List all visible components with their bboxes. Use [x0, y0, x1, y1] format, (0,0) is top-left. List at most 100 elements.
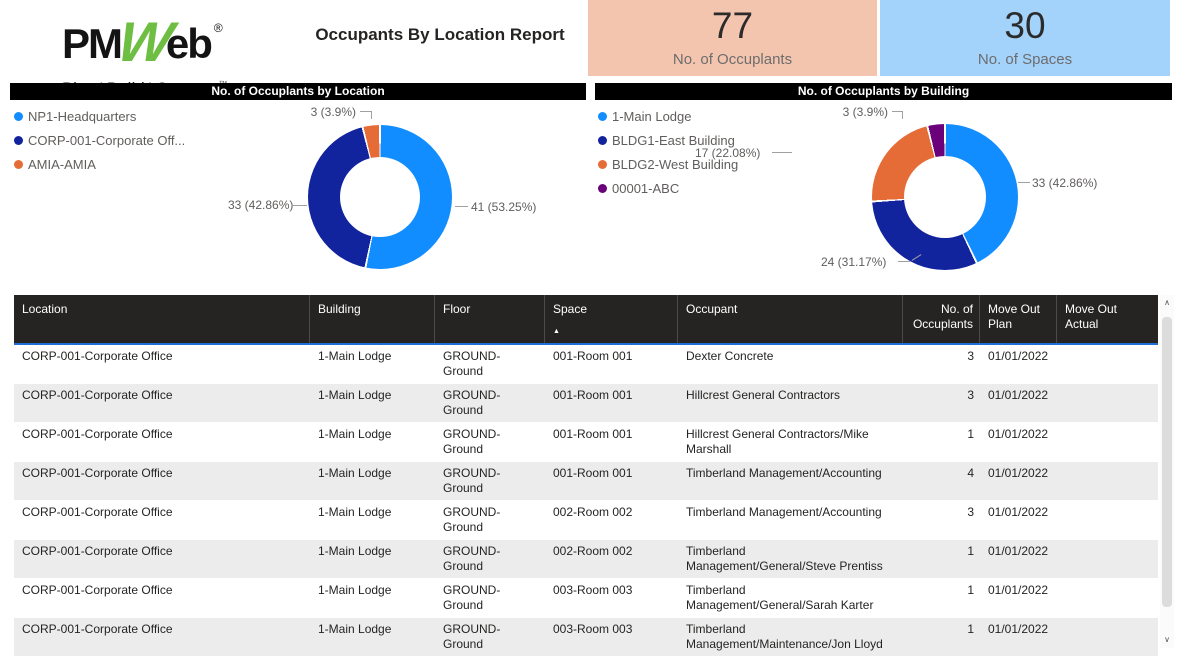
cell-move_out_actual — [1057, 462, 1158, 500]
cell-occupant: Hillcrest General Contractors — [678, 384, 903, 422]
column-header-occupant[interactable]: Occupant — [678, 295, 903, 343]
cell-occupant: Hillcrest General Contractors/Mike Marsh… — [678, 423, 903, 461]
table-row[interactable]: CORP-001-Corporate Office1-Main LodgeGRO… — [14, 501, 1158, 540]
cell-count: 3 — [903, 501, 980, 539]
cell-location: CORP-001-Corporate Office — [14, 345, 310, 383]
table-row[interactable]: CORP-001-Corporate Office1-Main LodgeGRO… — [14, 384, 1158, 423]
column-header-move-out-actual[interactable]: Move Out Actual — [1057, 295, 1158, 343]
legend-bullet-icon — [598, 160, 607, 169]
cell-building: 1-Main Lodge — [310, 579, 435, 617]
cell-building: 1-Main Lodge — [310, 462, 435, 500]
cell-floor: GROUND-Ground — [435, 345, 545, 383]
column-header-building[interactable]: Building — [310, 295, 435, 343]
legend-bullet-icon — [14, 136, 23, 145]
cell-building: 1-Main Lodge — [310, 423, 435, 461]
column-header-space[interactable]: Space▲ — [545, 295, 678, 343]
cell-occupant: Timberland Management/General/Steve Pren… — [678, 540, 903, 578]
cell-floor: GROUND-Ground — [435, 423, 545, 461]
table-scrollbar[interactable]: ∧ ∨ — [1160, 295, 1174, 648]
kpi-occupants-value: 77 — [588, 5, 877, 47]
kpi-occupants-label: No. of Occuplants — [588, 51, 877, 68]
table-row[interactable]: CORP-001-Corporate Office1-Main LodgeGRO… — [14, 462, 1158, 501]
cell-building: 1-Main Lodge — [310, 345, 435, 383]
cell-move_out_plan: 01/01/2022 — [980, 384, 1057, 422]
data-label: 3 (3.9%) — [812, 105, 888, 119]
legend-item[interactable]: AMIA-AMIA — [14, 152, 185, 176]
cell-move_out_plan: 01/01/2022 — [980, 501, 1057, 539]
table-row[interactable]: CORP-001-Corporate Office1-Main LodgeGRO… — [14, 540, 1158, 579]
leader-line — [371, 111, 372, 119]
leader-line — [892, 111, 902, 112]
cell-floor: GROUND-Ground — [435, 462, 545, 500]
cell-move_out_plan: 01/01/2022 — [980, 618, 1057, 656]
cell-move_out_actual — [1057, 423, 1158, 461]
table-row[interactable]: CORP-001-Corporate Office1-Main LodgeGRO… — [14, 579, 1158, 618]
cell-building: 1-Main Lodge — [310, 384, 435, 422]
cell-space: 003-Room 003 — [545, 618, 678, 656]
legend-label: AMIA-AMIA — [28, 157, 96, 172]
cell-move_out_actual — [1057, 540, 1158, 578]
cell-floor: GROUND-Ground — [435, 618, 545, 656]
cell-count: 1 — [903, 423, 980, 461]
cell-move_out_plan: 01/01/2022 — [980, 423, 1057, 461]
legend-label: CORP-001-Corporate Off... — [28, 133, 185, 148]
cell-location: CORP-001-Corporate Office — [14, 423, 310, 461]
registered-trademark-icon: ® — [214, 21, 223, 35]
column-header-location[interactable]: Location — [14, 295, 310, 343]
legend-item[interactable]: CORP-001-Corporate Off... — [14, 128, 185, 152]
cell-move_out_actual — [1057, 501, 1158, 539]
leader-line — [1018, 182, 1030, 183]
cell-count: 3 — [903, 345, 980, 383]
scrollbar-up-icon[interactable]: ∧ — [1160, 296, 1174, 310]
chart-legend-location: NP1-Headquarters CORP-001-Corporate Off..… — [14, 104, 185, 176]
legend-item[interactable]: 1-Main Lodge — [598, 104, 738, 128]
cell-occupant: Timberland Management/Maintenance/Jon Ll… — [678, 618, 903, 656]
leader-line — [292, 205, 307, 206]
column-header-floor[interactable]: Floor — [435, 295, 545, 343]
legend-item[interactable]: NP1-Headquarters — [14, 104, 185, 128]
legend-item[interactable]: 00001-ABC — [598, 176, 738, 200]
legend-bullet-icon — [598, 136, 607, 145]
kpi-card-spaces[interactable]: 30 No. of Spaces — [880, 0, 1170, 76]
legend-bullet-icon — [14, 112, 23, 121]
legend-bullet-icon — [14, 160, 23, 169]
occupants-table: Location Building Floor Space▲ Occupant … — [14, 295, 1158, 659]
data-label: 41 (53.25%) — [471, 200, 536, 214]
cell-occupant: Timberland Management/General/Sarah Kart… — [678, 579, 903, 617]
chart-title-location: No. of Occuplants by Location — [10, 83, 586, 100]
report-canvas: PMWeb® Plan|Build|Operate™ Occupants By … — [0, 0, 1182, 659]
scrollbar-thumb[interactable] — [1162, 317, 1172, 607]
cell-move_out_plan: 01/01/2022 — [980, 345, 1057, 383]
logo-wordmark: PMWeb® — [62, 4, 228, 78]
kpi-card-occupants[interactable]: 77 No. of Occuplants — [588, 0, 877, 76]
cell-location: CORP-001-Corporate Office — [14, 579, 310, 617]
cell-move_out_actual — [1057, 618, 1158, 656]
cell-move_out_actual — [1057, 345, 1158, 383]
cell-move_out_actual — [1057, 384, 1158, 422]
cell-floor: GROUND-Ground — [435, 501, 545, 539]
column-header-move-out-plan[interactable]: Move Out Plan — [980, 295, 1057, 343]
leader-line — [772, 152, 792, 153]
scrollbar-down-icon[interactable]: ∨ — [1160, 633, 1174, 647]
cell-location: CORP-001-Corporate Office — [14, 540, 310, 578]
cell-move_out_plan: 01/01/2022 — [980, 540, 1057, 578]
data-label: 3 (3.9%) — [280, 105, 356, 119]
table-row[interactable]: CORP-001-Corporate Office1-Main LodgeGRO… — [14, 618, 1158, 657]
kpi-spaces-value: 30 — [880, 5, 1170, 47]
column-header-count[interactable]: No. of Occuplants — [903, 295, 980, 343]
cell-occupant: Timberland Management/Accounting — [678, 501, 903, 539]
legend-label: 00001-ABC — [612, 181, 679, 196]
leader-line — [898, 261, 910, 262]
cell-location: CORP-001-Corporate Office — [14, 501, 310, 539]
table-body: CORP-001-Corporate Office1-Main LodgeGRO… — [14, 345, 1158, 659]
donut-chart-building[interactable] — [872, 124, 1018, 270]
legend-bullet-icon — [598, 112, 607, 121]
cell-occupant: Timberland Management/Accounting — [678, 462, 903, 500]
cell-location: CORP-001-Corporate Office — [14, 618, 310, 656]
cell-move_out_plan: 01/01/2022 — [980, 462, 1057, 500]
donut-chart-location[interactable] — [308, 125, 452, 269]
leader-line — [455, 206, 468, 207]
table-row[interactable]: CORP-001-Corporate Office1-Main LodgeGRO… — [14, 423, 1158, 462]
cell-building: 1-Main Lodge — [310, 618, 435, 656]
table-row[interactable]: CORP-001-Corporate Office1-Main LodgeGRO… — [14, 345, 1158, 384]
